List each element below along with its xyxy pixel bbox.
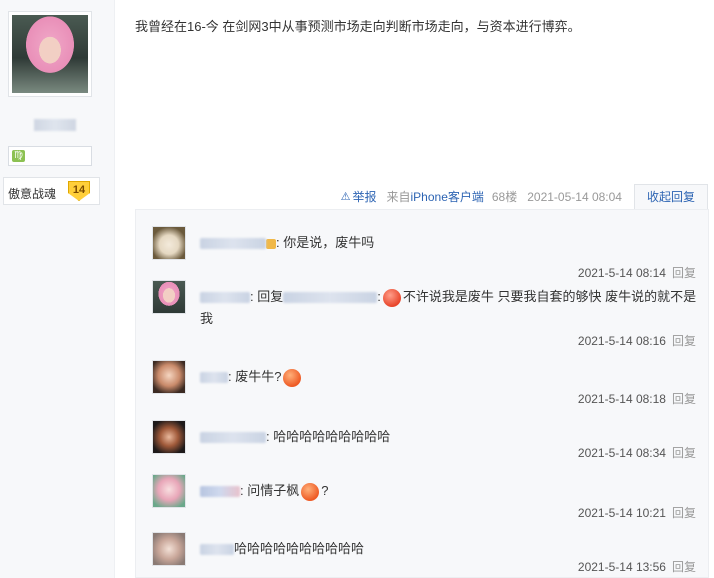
reply-avatar[interactable]: [152, 474, 186, 508]
reply-avatar[interactable]: [152, 420, 186, 454]
reply-button[interactable]: 回复: [672, 392, 696, 406]
orange-emoji-icon: [301, 482, 320, 501]
collapse-replies-button[interactable]: 收起回复: [633, 184, 708, 210]
user-sidebar: ♍ 傲意战魂 14: [0, 0, 115, 578]
reply-username-redacted[interactable]: [200, 544, 234, 556]
reply-meta: 2021-5-14 10:21 回复: [578, 504, 696, 521]
source-client-link[interactable]: iPhone客户端: [411, 190, 484, 204]
reply-meta: 2021-5-14 08:14 回复: [578, 264, 696, 281]
reply-time: 2021-5-14 13:56: [577, 560, 666, 574]
reply-text: : 问情子枫: [240, 483, 300, 498]
reply-target-redacted[interactable]: [283, 292, 378, 304]
beer-icon: [266, 238, 276, 249]
reply-prefix: : 回复: [250, 289, 284, 304]
post-time: 2021-05-14 08:04: [527, 190, 622, 204]
reply-suffix: ?: [321, 483, 329, 498]
reply-username-redacted[interactable]: [200, 372, 228, 384]
reply-content: : 废牛牛?: [200, 366, 700, 388]
reply-time: 2021-5-14 08:34: [577, 446, 666, 460]
angry-emoji-icon: [382, 288, 401, 307]
user-avatar[interactable]: [8, 11, 92, 97]
user-tag-box: ♍: [8, 146, 92, 166]
report-link[interactable]: ⚠ 举报: [341, 185, 377, 209]
level-badge: 14: [68, 181, 90, 201]
reply-time: 2021-5-14 10:21: [577, 506, 666, 520]
reply-avatar[interactable]: [152, 532, 186, 566]
reply-meta: 2021-5-14 08:16 回复: [578, 332, 696, 349]
reply-list: : 你是说，废牛吗 2021-5-14 08:14 回复 : 回复: 不许说我是废牛…: [135, 209, 709, 578]
post-source: 来自iPhone客户端: [386, 185, 483, 209]
reply-text: : 哈哈哈哈哈哈哈哈哈: [266, 429, 391, 444]
reply-text: 哈哈哈哈哈哈哈哈哈哈: [234, 541, 365, 556]
warning-icon: ⚠: [340, 191, 351, 203]
report-label: 举报: [352, 190, 377, 204]
reply-meta: 2021-5-14 08:34 回复: [578, 444, 696, 461]
reply-username-redacted[interactable]: [200, 486, 240, 498]
reply-avatar[interactable]: [152, 360, 186, 394]
reply-avatar[interactable]: [152, 280, 186, 314]
reply-username-redacted[interactable]: [200, 432, 266, 444]
reply-content: : 回复: 不许说我是废牛 只要我自套的够快 废牛说的就不是我: [200, 288, 697, 326]
reply-meta: 2021-5-14 13:56 回复: [578, 558, 696, 575]
username-redacted[interactable]: [34, 119, 76, 131]
reply-time: 2021-5-14 08:14: [577, 266, 666, 280]
reply-button[interactable]: 回复: [672, 266, 696, 280]
reply-time: 2021-5-14 08:18: [577, 392, 666, 406]
virgo-icon: ♍: [12, 150, 25, 162]
reply-content: : 问情子枫?: [200, 480, 700, 502]
post-content: 我曾经在16-今 在剑网3中从事预测市场走向判断市场走向，与资本进行博弈。: [135, 19, 581, 34]
reply-text: : 你是说，废牛吗: [276, 235, 375, 250]
post-tail-bar: ⚠ 举报 来自iPhone客户端 68楼 2021-05-14 08:04 收起…: [341, 184, 708, 210]
reply-username-redacted[interactable]: [200, 238, 266, 250]
orange-emoji-icon: [283, 368, 302, 387]
reply-content: : 你是说，废牛吗: [200, 232, 700, 254]
reply-button[interactable]: 回复: [672, 446, 696, 460]
floor-number: 68楼: [491, 190, 518, 204]
reply-text: : 废牛牛?: [228, 369, 282, 384]
reply-time: 2021-5-14 08:16: [577, 334, 666, 348]
reply-content: 哈哈哈哈哈哈哈哈哈哈: [200, 538, 700, 560]
level-label: 傲意战魂: [8, 187, 57, 201]
user-level[interactable]: 傲意战魂 14: [3, 177, 100, 205]
reply-avatar[interactable]: [152, 226, 186, 260]
reply-button[interactable]: 回复: [672, 506, 696, 520]
source-prefix: 来自: [386, 190, 411, 204]
reply-username-redacted[interactable]: [200, 292, 250, 304]
reply-button[interactable]: 回复: [672, 560, 696, 574]
reply-meta: 2021-5-14 08:18 回复: [578, 390, 696, 407]
reply-button[interactable]: 回复: [672, 334, 696, 348]
avatar-image: [12, 15, 88, 93]
